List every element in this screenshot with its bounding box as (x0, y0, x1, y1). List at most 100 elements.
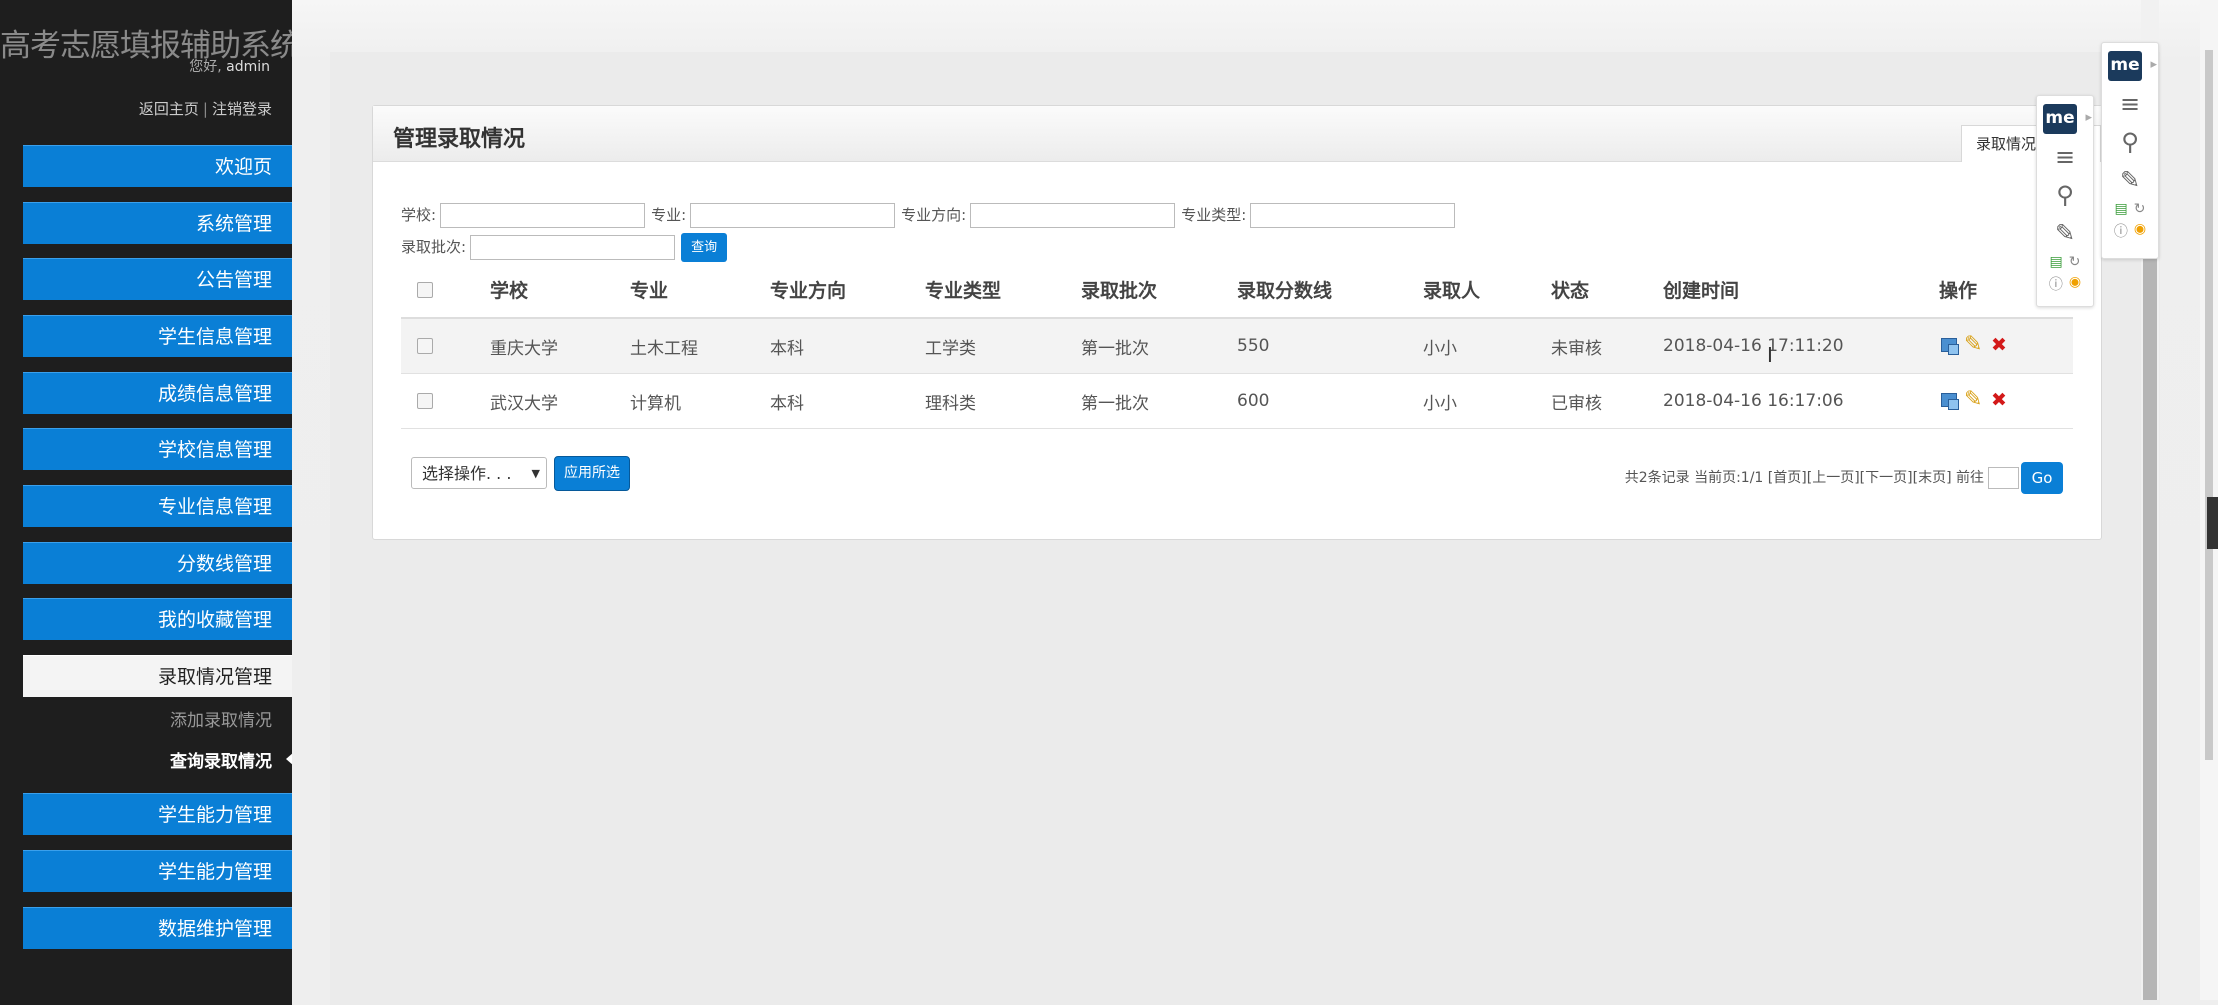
cell-direction: 本科 (769, 318, 924, 374)
header-major: 专业 (629, 261, 769, 319)
cell-school: 重庆大学 (489, 318, 629, 374)
submenu-add-admission[interactable]: 添加录取情况 (170, 706, 272, 731)
pencil-icon[interactable]: ✎ (2102, 161, 2158, 199)
greeting-prefix: 您好, (189, 59, 222, 75)
search-icon[interactable]: ⚲ (2102, 123, 2158, 161)
delete-icon[interactable] (1989, 334, 2011, 356)
sidebar-item-welcome[interactable]: 欢迎页 (23, 145, 292, 187)
header-admitted-person: 录取人 (1422, 261, 1550, 319)
direction-label: 专业方向: (901, 206, 967, 224)
apply-selected-button[interactable]: 应用所选 (554, 456, 630, 491)
sidebar-item-system[interactable]: 系统管理 (23, 202, 292, 244)
text-cursor-icon: I (1767, 343, 1773, 367)
go-button[interactable]: Go (2021, 462, 2063, 494)
sidebar-item-data-maintenance[interactable]: 数据维护管理 (23, 907, 292, 949)
edge-handle[interactable] (2207, 497, 2218, 549)
floating-toolbar-2: me ≡ ⚲ ✎ ▤↻ ⓘ◉ (2101, 42, 2159, 259)
warning-icon[interactable]: ⓘ (2114, 221, 2128, 241)
sidebar-item-school-info[interactable]: 学校信息管理 (23, 428, 292, 470)
header-created-time: 创建时间 (1662, 261, 1938, 319)
sidebar-item-notice[interactable]: 公告管理 (23, 258, 292, 300)
pagination: 共2条记录 当前页:1/1 [首页][上一页][下一页][末页] 前往 Go (1625, 462, 2063, 494)
toolbar-mini-row-2: ⓘ ◉ (2037, 272, 2093, 296)
sidebar-item-score-info[interactable]: 成绩信息管理 (23, 372, 292, 414)
row-checkbox[interactable] (417, 338, 433, 354)
type-label: 专业类型: (1181, 206, 1247, 224)
sidebar-item-admission[interactable]: 录取情况管理 (23, 655, 292, 697)
warning-icon[interactable]: ⓘ (2049, 274, 2063, 294)
me-logo-icon[interactable]: me (2108, 51, 2157, 81)
cell-admitted-person: 小小 (1422, 373, 1550, 429)
admission-table: 学校 专业 专业方向 专业类型 录取批次 录取分数线 录取人 状态 创建时间 操… (401, 261, 2073, 429)
chevron-down-icon: ▼ (531, 467, 540, 480)
logout-link[interactable]: 注销登录 (212, 100, 272, 118)
row-checkbox[interactable] (417, 393, 433, 409)
toolbar-mini-row-1: ▤ ↻ (2102, 199, 2158, 219)
home-link[interactable]: 返回主页 (139, 100, 199, 118)
sidebar-item-ability-2[interactable]: 学生能力管理 (23, 850, 292, 892)
eye-icon[interactable]: ◉ (2134, 221, 2146, 241)
batch-input[interactable] (470, 235, 676, 260)
type-input[interactable] (1250, 203, 1456, 228)
toolbar-mini-row-1: ▤ ↻ (2037, 252, 2093, 272)
eye-icon[interactable]: ◉ (2069, 274, 2081, 294)
view-icon[interactable] (1939, 391, 1961, 411)
sidebar-item-student-info[interactable]: 学生信息管理 (23, 315, 292, 357)
cell-status: 未审核 (1550, 318, 1662, 374)
cell-score-line: 550 (1236, 318, 1422, 374)
search-icon[interactable]: ⚲ (2037, 176, 2093, 214)
header-type: 专业类型 (924, 261, 1080, 319)
sidebar-item-ability-1[interactable]: 学生能力管理 (23, 793, 292, 835)
edit-icon[interactable] (1964, 332, 1986, 357)
refresh-icon[interactable]: ↻ (2134, 201, 2146, 217)
cell-created-time: 2018-04-16 17:11:20 (1662, 318, 1938, 374)
cast-icon[interactable]: ▤ (2115, 201, 2128, 217)
school-input[interactable] (440, 203, 646, 228)
filter-row-1: 学校: 专业: 专业方向: 专业类型: (401, 203, 1461, 228)
window-scrollbar-thumb[interactable] (2205, 50, 2213, 760)
submenu-query-admission[interactable]: 查询录取情况 (170, 747, 294, 772)
pager-first-link[interactable]: [首页] (1768, 470, 1807, 486)
major-input[interactable] (690, 203, 896, 228)
content-scrollbar-thumb[interactable] (2143, 230, 2157, 1000)
table-header-row: 学校 专业 专业方向 专业类型 录取批次 录取分数线 录取人 状态 创建时间 操… (401, 261, 2073, 319)
header-batch: 录取批次 (1080, 261, 1236, 319)
cell-actions (1938, 373, 2073, 429)
query-button[interactable]: 查询 (681, 233, 728, 262)
sidebar: 高考志愿填报辅助系统 您好, admin 返回主页 | 注销登录 欢迎页 系统管理 … (0, 0, 294, 1005)
header-direction: 专业方向 (769, 261, 924, 319)
row-select-cell (401, 373, 489, 429)
menu-icon[interactable]: ≡ (2037, 138, 2093, 176)
row-select-cell (401, 318, 489, 374)
greeting: 您好, admin (189, 56, 270, 76)
cast-icon[interactable]: ▤ (2050, 254, 2063, 270)
sidebar-item-major-info[interactable]: 专业信息管理 (23, 485, 292, 527)
refresh-icon[interactable]: ↻ (2069, 254, 2081, 270)
pager-prev-link[interactable]: [上一页] (1807, 470, 1860, 486)
sidebar-item-score-line[interactable]: 分数线管理 (23, 542, 292, 584)
cell-major: 计算机 (629, 373, 769, 429)
cell-batch: 第一批次 (1080, 318, 1236, 374)
bulk-action-select[interactable]: 选择操作. . . ▼ (411, 457, 547, 489)
view-icon[interactable] (1939, 336, 1961, 356)
select-all-checkbox[interactable] (417, 281, 433, 298)
menu-icon[interactable]: ≡ (2102, 85, 2158, 123)
pencil-icon[interactable]: ✎ (2037, 214, 2093, 252)
pager-last-link[interactable]: [末页] (1913, 470, 1952, 486)
delete-icon[interactable] (1989, 389, 2011, 411)
cell-school: 武汉大学 (489, 373, 629, 429)
sidebar-item-favorites[interactable]: 我的收藏管理 (23, 598, 292, 640)
edit-icon[interactable] (1964, 387, 1986, 412)
bulk-action-label: 选择操作. . . (422, 464, 512, 483)
direction-input[interactable] (970, 203, 1176, 228)
cell-type: 工学类 (924, 318, 1080, 374)
filter-row-2: 录取批次: 查询 (401, 233, 728, 262)
top-links: 返回主页 | 注销登录 (139, 98, 272, 119)
pager-summary: 共2条记录 当前页:1/1 (1624, 470, 1764, 486)
pager-goto-input[interactable] (1988, 467, 2019, 489)
pager-goto-label: 前往 (1956, 470, 1984, 486)
username: admin (226, 59, 270, 75)
panel-title: 管理录取情况 (393, 127, 526, 152)
pager-next-link[interactable]: [下一页] (1860, 470, 1913, 486)
me-logo-icon[interactable]: me (2043, 104, 2092, 134)
